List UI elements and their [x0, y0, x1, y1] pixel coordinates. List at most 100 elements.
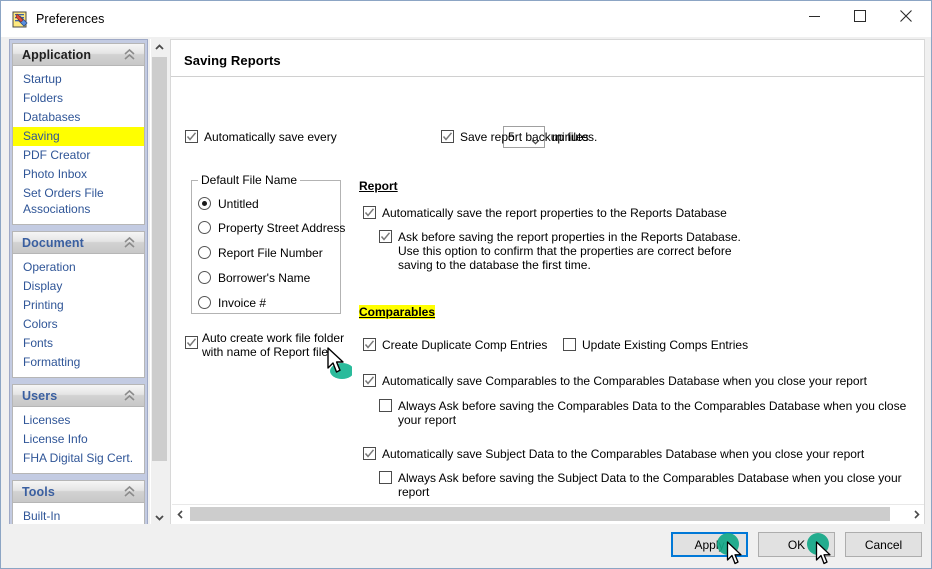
always-ask-subject-data-checkbox[interactable] — [379, 471, 392, 484]
cancel-button-label: Cancel — [864, 537, 903, 552]
default-file-name-group-label: Default File Name — [198, 173, 301, 187]
scroll-right-button[interactable] — [908, 505, 924, 523]
chevron-up-icon — [123, 236, 136, 250]
comparables-section-heading: Comparables — [359, 305, 436, 319]
scroll-down-icon — [155, 515, 164, 521]
navigation-pane: Application Startup Folders Databases Sa… — [9, 39, 148, 526]
sidebar-item-databases[interactable]: Databases — [13, 108, 144, 127]
sidebar-item-operation[interactable]: Operation — [13, 258, 144, 277]
preferences-dialog: Preferences Application Startup Folders … — [0, 0, 932, 569]
content-horizontal-scrollbar[interactable] — [172, 504, 924, 524]
checkmark-icon — [364, 449, 375, 458]
report-ask-before-saving-checkbox[interactable] — [379, 230, 392, 243]
sidebar-item-pdf-creator[interactable]: PDF Creator — [13, 146, 144, 165]
auto-create-workfolder-label: Auto create work file folder with name o… — [202, 331, 345, 359]
ok-button-label: OK — [787, 537, 806, 552]
preferences-document-icon — [12, 11, 29, 28]
chevron-up-icon — [123, 485, 136, 499]
scroll-left-icon — [177, 509, 183, 519]
autosave-subject-data-checkbox[interactable] — [363, 447, 376, 460]
sidebar-scrollbar[interactable] — [150, 39, 168, 526]
nav-header-document[interactable]: Document — [12, 231, 145, 254]
checkmark-icon — [364, 376, 375, 385]
autosave-checkbox[interactable] — [185, 130, 198, 143]
checkmark-icon — [442, 132, 453, 141]
nav-list-tools: Built-In — [12, 503, 145, 525]
minimize-icon — [808, 15, 820, 17]
cancel-button[interactable]: Cancel — [845, 532, 922, 557]
checkmark-icon — [364, 340, 375, 349]
radio-report-file-number-label: Report File Number — [218, 246, 323, 260]
sidebar-item-fonts[interactable]: Fonts — [13, 334, 144, 353]
sidebar-item-saving[interactable]: Saving — [13, 127, 144, 146]
backup-files-checkbox[interactable] — [441, 130, 454, 143]
close-icon — [900, 10, 912, 22]
scroll-up-icon — [155, 44, 164, 50]
radio-borrowers-name[interactable] — [198, 271, 211, 284]
sidebar-item-license-info[interactable]: License Info — [13, 430, 144, 449]
scroll-left-button[interactable] — [172, 505, 189, 523]
report-ask-before-saving-label: Ask before saving the report properties … — [398, 230, 741, 272]
maximize-icon — [854, 10, 866, 22]
sidebar-item-formatting[interactable]: Formatting — [13, 353, 144, 372]
radio-dot — [202, 201, 207, 206]
radio-borrowers-name-label: Borrower's Name — [218, 271, 311, 285]
radio-untitled[interactable] — [198, 197, 211, 210]
radio-property-street-address[interactable] — [198, 221, 211, 234]
nav-header-users[interactable]: Users — [12, 384, 145, 407]
nav-header-label: Application — [22, 47, 92, 62]
update-existing-comps-entries-checkbox[interactable] — [563, 338, 576, 351]
always-ask-comparables-label: Always Ask before saving the Comparables… — [398, 399, 907, 427]
sidebar-item-folders[interactable]: Folders — [13, 89, 144, 108]
radio-property-street-address-label: Property Street Address — [218, 221, 346, 235]
hscrollbar-thumb[interactable] — [190, 507, 890, 521]
nav-section-application: Application Startup Folders Databases Sa… — [10, 43, 147, 225]
maximize-button[interactable] — [837, 1, 883, 31]
radio-invoice-number-label: Invoice # — [218, 296, 267, 310]
dialog-body: Application Startup Folders Databases Sa… — [1, 37, 931, 568]
report-autosave-properties-checkbox[interactable] — [363, 206, 376, 219]
chevron-up-icon — [123, 389, 136, 403]
nav-section-users: Users Licenses License Info FHA Digital … — [10, 384, 147, 474]
create-duplicate-comp-entries-checkbox[interactable] — [363, 338, 376, 351]
sidebar-item-colors[interactable]: Colors — [13, 315, 144, 334]
autosave-comparables-label: Automatically save Comparables to the Co… — [382, 374, 867, 388]
nav-header-tools[interactable]: Tools — [12, 480, 145, 503]
report-autosave-properties-label: Automatically save the report properties… — [382, 206, 727, 220]
autosave-comparables-checkbox[interactable] — [363, 374, 376, 387]
sidebar-item-display[interactable]: Display — [13, 277, 144, 296]
window-title: Preferences — [36, 12, 105, 26]
nav-header-label: Users — [22, 388, 58, 403]
settings-panel: Saving Reports Automatically save every … — [170, 39, 925, 526]
update-existing-comps-entries-label: Update Existing Comps Entries — [582, 338, 749, 352]
checkmark-icon — [364, 208, 375, 217]
nav-section-tools: Tools Built-In — [10, 480, 147, 525]
autosave-label: Automatically save every — [204, 130, 337, 144]
click-marker-apply — [717, 533, 739, 555]
sidebar-item-set-orders-file-associations[interactable]: Set Orders File Associations — [13, 184, 144, 219]
title-bar: Preferences — [1, 1, 931, 37]
nav-section-document: Document Operation Display Printing Colo… — [10, 231, 147, 378]
scroll-right-icon — [914, 509, 920, 519]
sidebar-item-photo-inbox[interactable]: Photo Inbox — [13, 165, 144, 184]
create-duplicate-comp-entries-label: Create Duplicate Comp Entries — [382, 338, 548, 352]
click-marker-ok — [807, 533, 829, 555]
nav-header-application[interactable]: Application — [12, 43, 145, 66]
sidebar-item-printing[interactable]: Printing — [13, 296, 144, 315]
page-title: Saving Reports — [184, 53, 281, 68]
chevron-up-icon — [123, 48, 136, 62]
radio-report-file-number[interactable] — [198, 246, 211, 259]
autosave-subject-data-label: Automatically save Subject Data to the C… — [382, 447, 865, 461]
sidebar-item-startup[interactable]: Startup — [13, 70, 144, 89]
always-ask-comparables-checkbox[interactable] — [379, 399, 392, 412]
title-divider — [171, 76, 924, 77]
scroll-up-button[interactable] — [151, 39, 168, 56]
nav-list-document: Operation Display Printing Colors Fonts … — [12, 254, 145, 378]
sidebar-item-fha-digital-sig-cert[interactable]: FHA Digital Sig Cert. — [13, 449, 144, 468]
scrollbar-thumb[interactable] — [152, 57, 167, 461]
close-button[interactable] — [883, 1, 929, 31]
minimize-button[interactable] — [791, 1, 837, 31]
auto-create-workfolder-checkbox[interactable] — [185, 336, 198, 349]
sidebar-item-licenses[interactable]: Licenses — [13, 411, 144, 430]
radio-invoice-number[interactable] — [198, 296, 211, 309]
